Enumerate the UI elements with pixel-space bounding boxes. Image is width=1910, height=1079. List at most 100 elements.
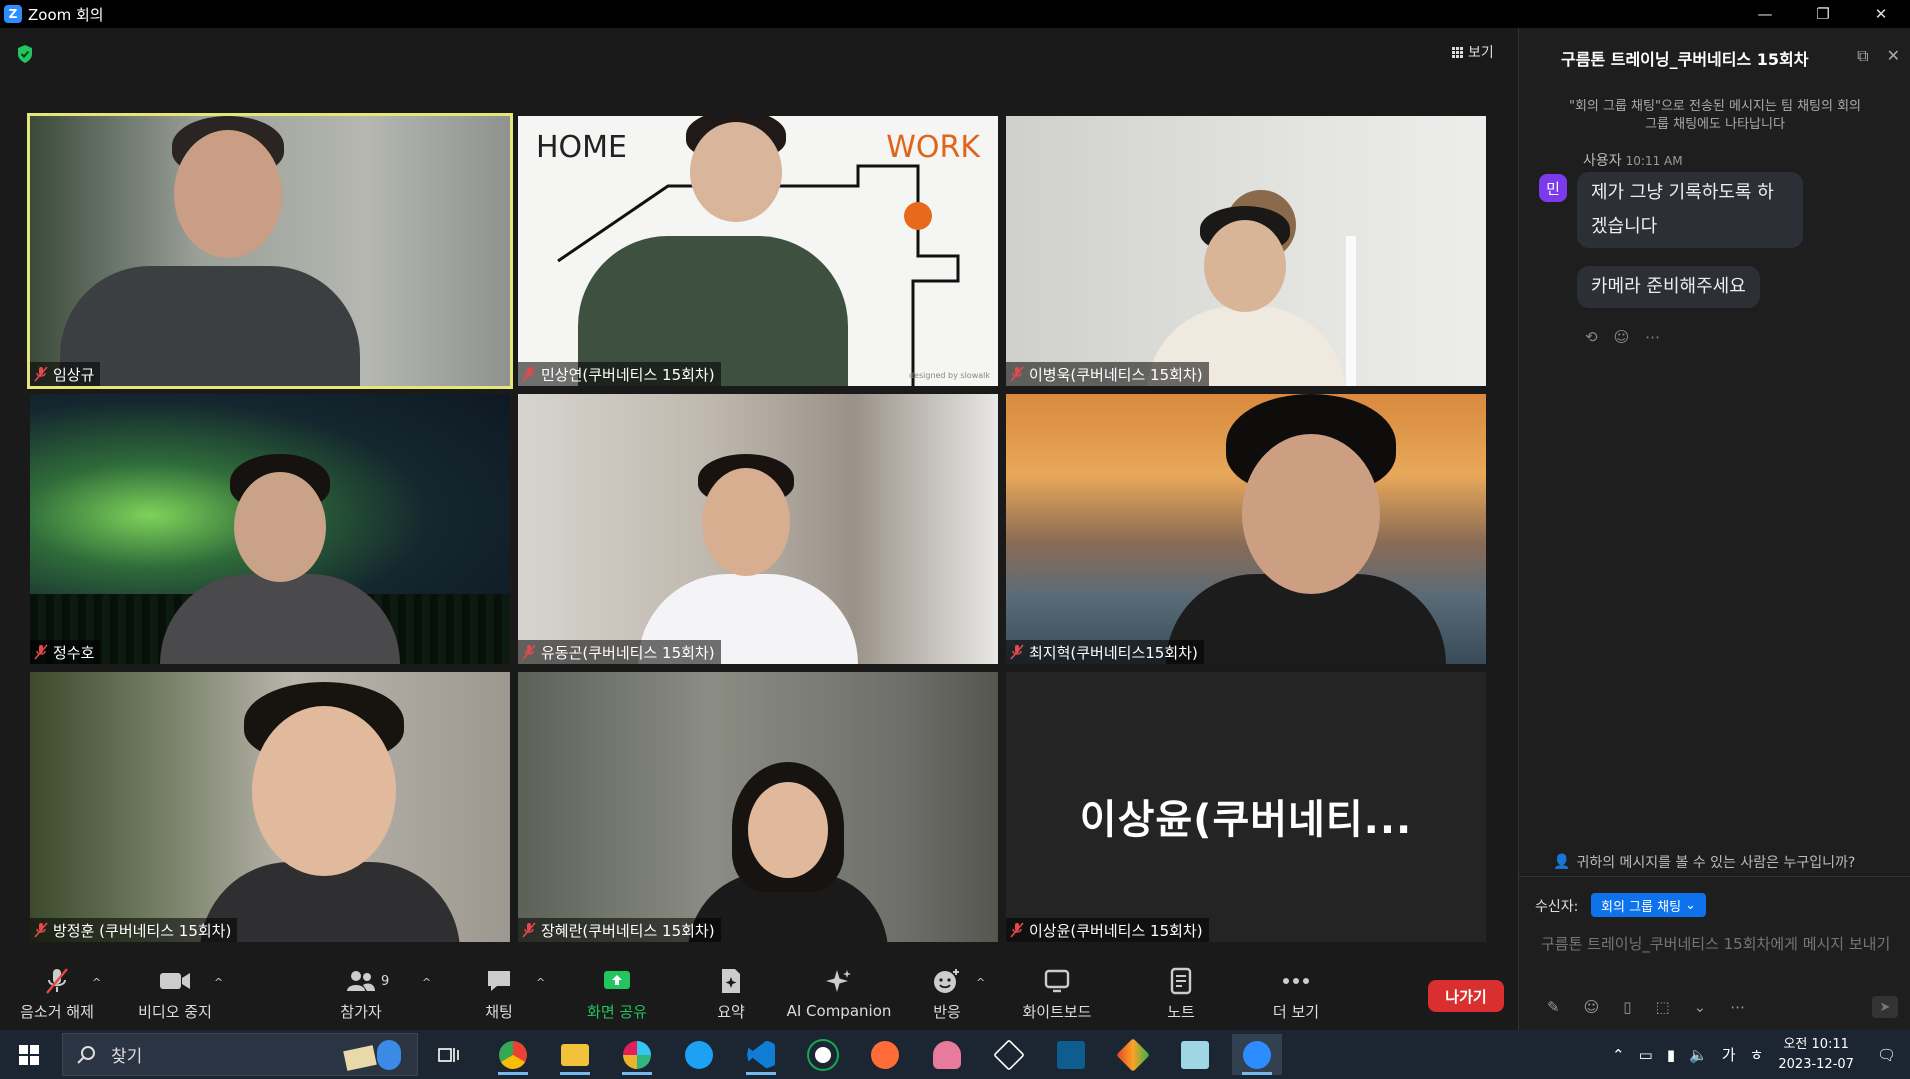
- taskbar-app-5[interactable]: [984, 1034, 1034, 1075]
- add-reaction-icon[interactable]: ☺: [1614, 328, 1630, 346]
- search-icon: [77, 1046, 95, 1064]
- leave-button[interactable]: 나가기: [1428, 980, 1504, 1012]
- input-mode-icon[interactable]: ㅎ: [1750, 1044, 1764, 1065]
- participant-name-tag: 정수호: [30, 640, 101, 664]
- window-controls: — ❐ ✕: [1736, 0, 1910, 28]
- restore-button[interactable]: ❐: [1794, 0, 1852, 28]
- file-icon[interactable]: ▯: [1623, 998, 1631, 1016]
- more-options-icon[interactable]: ⋯: [1730, 998, 1745, 1016]
- start-button[interactable]: [0, 1030, 58, 1079]
- audio-options-caret[interactable]: ^: [92, 976, 101, 989]
- taskbar-app-slack[interactable]: [612, 1034, 662, 1075]
- video-tile[interactable]: 이병욱(쿠버네티스 15회차): [1006, 116, 1486, 386]
- taskbar-app-8[interactable]: [1170, 1034, 1220, 1075]
- chevron-down-icon[interactable]: ⌄: [1694, 998, 1707, 1016]
- ime-indicator[interactable]: 가: [1722, 1044, 1736, 1065]
- search-label: 찾기: [111, 1047, 143, 1067]
- video-tile[interactable]: 방정훈 (쿠버네티스 15회차): [30, 672, 510, 942]
- mic-muted-icon: [522, 366, 536, 382]
- taskbar-app-6[interactable]: [1046, 1034, 1096, 1075]
- share-screen-button[interactable]: 화면 공유: [562, 958, 672, 1030]
- recipient-select[interactable]: 회의 그룹 채팅 ⌄: [1591, 893, 1706, 917]
- popout-icon[interactable]: ⧉: [1857, 46, 1868, 66]
- format-icon[interactable]: ✎: [1547, 998, 1560, 1016]
- chat-panel: 구름톤 트레이닝_쿠버네티스 15회차 ⧉ ✕ "회의 그룹 채팅"으로 전송된…: [1518, 28, 1910, 1030]
- chat-message[interactable]: 제가 그냥 기록하도록 하겠습니다: [1577, 172, 1803, 248]
- participant-name: 민상연(쿠버네티스 15회차): [541, 365, 715, 384]
- taskbar-app-chrome[interactable]: [488, 1034, 538, 1075]
- taskbar-app-2[interactable]: [798, 1034, 848, 1075]
- clock[interactable]: 오전 10:11 2023-12-07: [1778, 1035, 1854, 1075]
- taskbar-search[interactable]: 찾기: [62, 1033, 418, 1076]
- emoji-icon[interactable]: ☺: [1584, 998, 1600, 1016]
- whiteboard-button[interactable]: 화이트보드: [1002, 958, 1112, 1030]
- view-button[interactable]: 보기: [1452, 42, 1494, 62]
- view-label: 보기: [1468, 45, 1494, 61]
- battery-icon[interactable]: ▮: [1667, 1046, 1675, 1064]
- send-button[interactable]: ➤: [1872, 996, 1898, 1018]
- participant-name: 이상윤(쿠버네티스 15회차): [1029, 921, 1203, 940]
- lamp: [1346, 236, 1356, 386]
- chat-options-caret[interactable]: ^: [536, 976, 545, 989]
- search-highlight-icon: [335, 1038, 411, 1072]
- reply-icon[interactable]: ⟲: [1585, 328, 1598, 346]
- participant-display-name: 이상윤(쿠버네티...: [1079, 797, 1413, 843]
- mysql-icon: [933, 1040, 961, 1069]
- participants-label: 참가자: [340, 1002, 382, 1021]
- participants-button[interactable]: 참가자: [306, 958, 416, 1030]
- participants-icon: [347, 970, 375, 991]
- video-tile[interactable]: 정수호: [30, 394, 510, 664]
- reactions-options-caret[interactable]: ^: [976, 976, 985, 989]
- chevron-up-icon[interactable]: ⌃: [1612, 1046, 1625, 1064]
- participants-options-caret[interactable]: ^: [422, 976, 431, 989]
- minimize-button[interactable]: —: [1736, 0, 1794, 28]
- chat-message[interactable]: 카메라 준비해주세요: [1577, 266, 1760, 308]
- participant-name-tag: 임상규: [30, 362, 101, 386]
- taskbar-app-1[interactable]: [674, 1034, 724, 1075]
- volume-icon[interactable]: 🔈: [1689, 1046, 1708, 1064]
- notification-icon[interactable]: 🗨: [1877, 1046, 1896, 1064]
- taskbar-app-3[interactable]: [860, 1034, 910, 1075]
- notes-button[interactable]: 노트: [1126, 958, 1236, 1030]
- task-view-icon: [438, 1047, 459, 1062]
- video-tile[interactable]: HOME WORK designed by slowalk 민상연(쿠버네티스 …: [518, 116, 998, 386]
- chat-button[interactable]: 채팅: [444, 958, 554, 1030]
- video-tile[interactable]: 장혜란(쿠버네티스 15회차): [518, 672, 998, 942]
- whiteboard-icon: [1044, 969, 1070, 992]
- app-store-icon: [685, 1040, 713, 1069]
- message-visibility-info[interactable]: 👤 귀하의 메시지를 볼 수 있는 사람은 누구입니까?: [1553, 852, 1855, 872]
- more-options-icon[interactable]: ⋯: [1645, 328, 1660, 346]
- message-actions: ⟲ ☺ ⋯: [1585, 328, 1660, 346]
- workbench-icon: [1057, 1040, 1085, 1069]
- shield-icon[interactable]: [16, 44, 34, 64]
- reactions-button[interactable]: 반응: [892, 958, 1002, 1030]
- video-tile[interactable]: 최지혁(쿠버네티스15회차): [1006, 394, 1486, 664]
- participant-name: 최지혁(쿠버네티스15회차): [1029, 643, 1198, 662]
- zoom-icon: [1243, 1040, 1271, 1069]
- more-button[interactable]: 더 보기: [1241, 958, 1351, 1030]
- chat-label: 채팅: [485, 1002, 513, 1021]
- screenshot-icon[interactable]: ⬚: [1655, 998, 1669, 1016]
- network-icon[interactable]: ▭: [1639, 1046, 1653, 1064]
- video-tile[interactable]: 이상윤(쿠버네티... 이상윤(쿠버네티스 15회차): [1006, 672, 1486, 942]
- video-tile[interactable]: 유동곤(쿠버네티스 15회차): [518, 394, 998, 664]
- video-options-caret[interactable]: ^: [214, 976, 223, 989]
- chat-message-input[interactable]: [1541, 934, 1901, 974]
- unmute-button[interactable]: 음소거 해제: [2, 958, 112, 1030]
- stop-video-button[interactable]: 비디오 중지: [120, 958, 230, 1030]
- reactions-label: 반응: [933, 1002, 961, 1021]
- participant-video: [60, 116, 380, 386]
- clock-time: 오전 10:11: [1783, 1036, 1849, 1052]
- taskbar-app-7[interactable]: [1108, 1034, 1158, 1075]
- close-icon[interactable]: ✕: [1887, 46, 1900, 66]
- taskbar-app-vscode[interactable]: [736, 1034, 786, 1075]
- more-dots-icon: [1283, 977, 1309, 984]
- taskbar-app-zoom[interactable]: [1232, 1034, 1282, 1075]
- taskbar-app-4[interactable]: [922, 1034, 972, 1075]
- video-tile[interactable]: 임상규: [27, 113, 513, 389]
- taskbar-app-file-explorer[interactable]: [550, 1034, 600, 1075]
- close-button[interactable]: ✕: [1852, 0, 1910, 28]
- ai-companion-button[interactable]: AI Companion: [784, 958, 894, 1030]
- summary-button[interactable]: 요약: [676, 958, 786, 1030]
- task-view-button[interactable]: [424, 1034, 474, 1075]
